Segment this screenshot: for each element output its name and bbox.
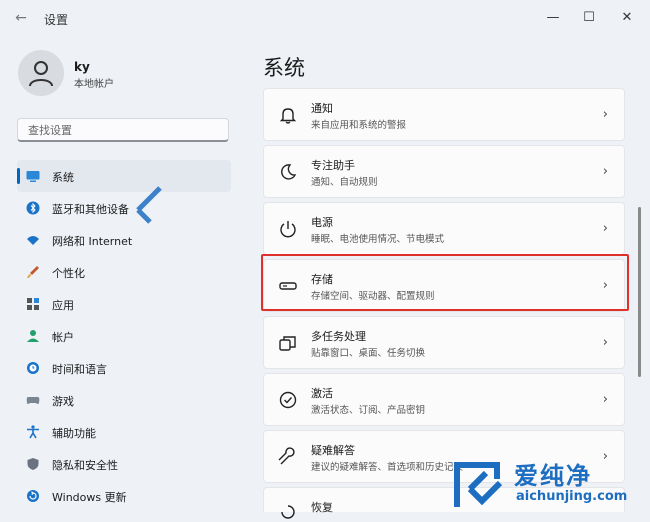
setting-title: 恢复	[311, 501, 333, 514]
sidebar-item-label: 时间和语言	[52, 363, 107, 376]
scrollbar-thumb[interactable]	[638, 207, 641, 377]
watermark-en-text: aichunjing.com	[516, 489, 628, 504]
sidebar-item-label: 应用	[52, 299, 74, 312]
sidebar-item-apps[interactable]: 应用	[17, 288, 231, 320]
apps-icon	[27, 298, 39, 310]
sidebar-item-time-language[interactable]: 时间和语言	[17, 352, 231, 384]
active-indicator	[17, 168, 20, 184]
logo-mark-icon	[454, 462, 503, 507]
setting-description: 贴靠窗口、桌面、任务切换	[311, 348, 426, 359]
chevron-right-icon: ›	[602, 221, 608, 236]
storage-highlight-box	[261, 254, 629, 311]
setting-title: 多任务处理	[311, 330, 366, 343]
maximize-button[interactable]: ☐	[574, 6, 604, 30]
wifi-icon	[27, 236, 39, 245]
clock-globe-icon	[27, 362, 39, 374]
gamepad-icon	[26, 397, 40, 404]
watermark-cn-text: 爱纯净	[514, 462, 592, 490]
sidebar-item-label: Windows 更新	[52, 491, 127, 504]
update-icon	[27, 490, 39, 502]
sidebar-item-accounts[interactable]: 帐户	[17, 320, 231, 352]
setting-activation[interactable]: 激活 激活状态、订阅、产品密钥 ›	[263, 373, 625, 426]
close-button[interactable]: ✕	[612, 6, 642, 30]
sidebar-item-accessibility[interactable]: 辅助功能	[17, 416, 231, 448]
setting-description: 建议的疑难解答、首选项和历史记录	[311, 462, 464, 473]
sidebar-item-label: 系统	[52, 171, 74, 184]
setting-notifications[interactable]: 通知 来自应用和系统的警报 ›	[263, 88, 625, 141]
setting-title: 疑难解答	[311, 444, 355, 457]
shield-icon	[27, 458, 39, 470]
monitor-icon	[26, 171, 40, 182]
account-name: ky	[74, 60, 90, 74]
chevron-right-icon: ›	[602, 164, 608, 179]
setting-title: 激活	[311, 387, 333, 400]
setting-description: 通知、自动规则	[311, 177, 378, 188]
bell-icon	[279, 108, 297, 124]
back-arrow-icon[interactable]: ←	[12, 10, 30, 26]
person-icon	[27, 330, 39, 342]
chevron-right-icon: ›	[602, 107, 608, 122]
sidebar-item-label: 网络和 Internet	[52, 235, 133, 248]
multitask-icon	[279, 336, 296, 351]
setting-multitasking[interactable]: 多任务处理 贴靠窗口、桌面、任务切换 ›	[263, 316, 625, 369]
wrench-icon	[278, 447, 295, 465]
setting-title: 专注助手	[311, 159, 355, 172]
setting-power[interactable]: 电源 睡眠、电池使用情况、节电模式 ›	[263, 202, 625, 255]
setting-focus-assist[interactable]: 专注助手 通知、自动规则 ›	[263, 145, 625, 198]
setting-title: 电源	[311, 216, 333, 229]
power-icon	[280, 221, 296, 238]
recovery-icon	[281, 505, 295, 519]
brush-icon	[27, 266, 39, 278]
sidebar-item-label: 游戏	[52, 395, 74, 408]
chevron-right-icon: ›	[602, 335, 608, 350]
chevron-right-icon: ›	[602, 392, 608, 407]
setting-title: 通知	[311, 102, 333, 115]
account-type: 本地帐户	[74, 79, 114, 90]
minimize-button[interactable]: —	[538, 6, 568, 30]
bluetooth-icon	[26, 201, 40, 215]
sidebar-item-gaming[interactable]: 游戏	[17, 384, 231, 416]
sidebar-item-windows-update[interactable]: Windows 更新	[17, 480, 231, 512]
user-icon	[29, 61, 53, 87]
moon-icon	[281, 164, 297, 180]
check-circle-icon	[279, 391, 297, 409]
accessibility-icon	[27, 425, 39, 439]
page-title: 系统	[263, 56, 305, 80]
sidebar-item-privacy[interactable]: 隐私和安全性	[17, 448, 231, 480]
sidebar-item-label: 辅助功能	[52, 427, 96, 440]
watermark-logo: 爱纯净 aichunjing.com	[452, 455, 650, 512]
sidebar-item-label: 个性化	[52, 267, 85, 280]
setting-description: 来自应用和系统的警报	[311, 120, 407, 131]
sidebar-item-label: 帐户	[52, 331, 74, 344]
window-title: 设置	[44, 13, 69, 27]
setting-description: 激活状态、订阅、产品密钥	[311, 405, 426, 416]
setting-description: 睡眠、电池使用情况、节电模式	[311, 234, 445, 245]
sidebar-item-label: 隐私和安全性	[52, 459, 118, 472]
avatar[interactable]	[18, 50, 64, 96]
title-bar: ← 设置 — ☐ ✕	[0, 0, 650, 36]
